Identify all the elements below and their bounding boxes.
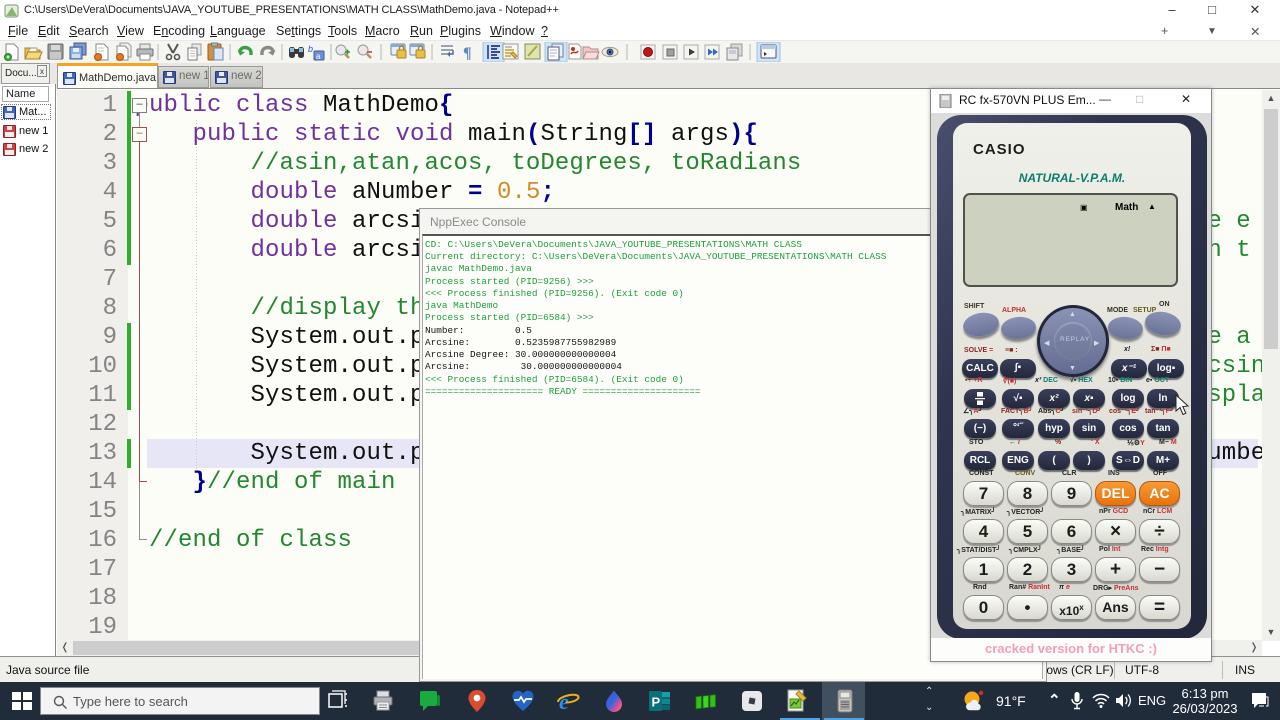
svg-text:P: P: [652, 695, 661, 710]
svg-text:b: b: [308, 44, 313, 54]
svg-text:¶: ¶: [463, 45, 472, 62]
svg-text:a: a: [316, 52, 321, 61]
svg-text:e: e: [559, 689, 569, 713]
